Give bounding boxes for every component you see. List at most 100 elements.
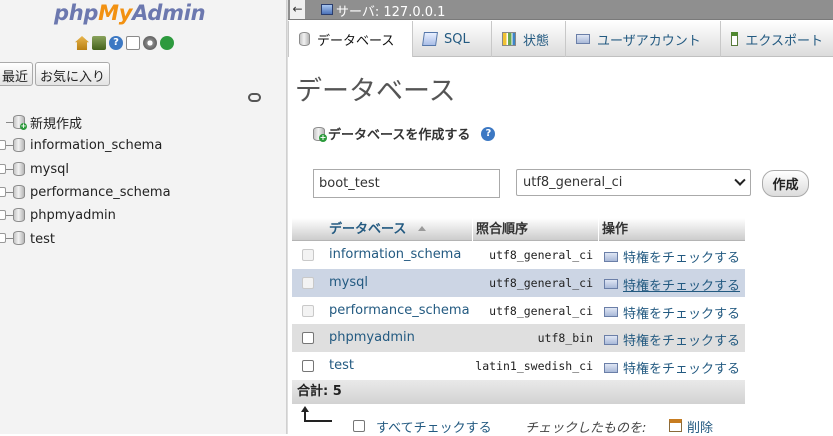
tree-item-label: information_schema [30,138,163,154]
logo-text-php: php [54,1,99,25]
tab-export[interactable]: エクスポート [721,21,833,57]
database-name-link[interactable]: mysql [329,275,368,290]
tree-item-phpmyadmin[interactable]: phpmyadmin [0,204,171,227]
column-divider [472,218,473,241]
link-icon[interactable] [248,93,261,102]
collation-select[interactable]: utf8_general_ci [516,169,751,196]
databases-table: データベース 照合順序 操作 information_schema utf8_g… [292,218,745,404]
privileges-icon [604,279,618,290]
database-tree: + 新規作成 information_schema mysql performa… [0,111,171,251]
column-divider [598,218,599,241]
tree-item-test[interactable]: test [0,227,171,250]
tab-label: データベース [317,33,395,49]
phpmyadmin-logo[interactable]: phpMyAdmin [54,1,206,25]
table-row: phpmyadmin utf8_bin 特権をチェックする [292,324,745,353]
arrow-up-left-icon [301,406,332,422]
add-icon: + [20,122,27,130]
row-checkbox [302,276,314,289]
status-icon [502,32,516,46]
drop-icon[interactable] [669,419,682,432]
column-header-label: データベース [329,222,407,237]
column-header-collation: 照合順序 [476,222,529,237]
check-all-checkbox[interactable] [353,420,365,432]
tree-item-mysql[interactable]: mysql [0,158,171,181]
create-database-icon [313,126,327,142]
collapse-nav-arrow-icon[interactable]: ← [290,0,305,19]
check-privileges-label: 特権をチェックする [623,251,741,266]
tab-user-accounts[interactable]: ユーザアカウント [566,21,721,57]
nav-tabs: 最近 お気に入り [0,62,111,86]
collation-value: utf8_general_ci [489,303,593,318]
table-row: information_schema utf8_general_ci 特権をチェ… [292,241,745,269]
check-privileges-label: 特権をチェックする [623,362,741,378]
collation-selected-value: utf8_general_ci [523,175,623,190]
check-all-label[interactable]: すべてチェックする [376,417,492,436]
sql-icon [422,32,438,46]
database-name-link[interactable]: phpmyadmin [329,330,415,345]
drop-button[interactable]: 削除 [687,417,713,436]
privileges-icon [604,251,618,262]
documentation-icon[interactable] [126,36,140,50]
check-privileges-link[interactable]: 特権をチェックする [604,275,740,294]
create-button[interactable]: 作成 [762,170,809,197]
check-privileges-link[interactable]: 特権をチェックする [604,358,740,377]
with-selected-label: チェックしたものを: [525,417,646,436]
row-checkbox[interactable] [302,360,314,373]
table-row: mysql utf8_general_ci 特権をチェックする [292,268,745,297]
collation-value: utf8_bin [537,331,593,346]
tab-label: 状態 [523,33,550,49]
create-database-label: データベースを作成する [328,128,471,143]
tab-label: SQL [444,31,470,47]
database-name-link[interactable]: information_schema [329,247,461,262]
main-menu-tabs: データベース SQL 状態 ユーザアカウント エクスポート [288,21,833,57]
chevron-down-icon [734,174,746,186]
tab-databases[interactable]: データベース [288,21,413,57]
logout-icon[interactable] [92,36,106,50]
database-icon [13,161,25,176]
tree-item-label: phpmyadmin [30,208,116,224]
recent-tab[interactable]: 最近 [0,62,34,86]
server-breadcrumb-bar: ← サーバ: 127.0.0.1 [288,0,833,20]
privileges-icon [604,334,618,345]
tab-sql[interactable]: SQL [413,21,492,57]
tree-item-performance-schema[interactable]: performance_schema [0,181,171,204]
check-privileges-label: 特権をチェックする [623,334,741,350]
tree-item-information-schema[interactable]: information_schema [0,134,171,157]
check-privileges-link[interactable]: 特権をチェックする [604,303,740,322]
panel-resize-handle[interactable] [286,0,288,434]
database-icon [299,32,310,46]
database-name-link[interactable]: test [329,358,354,373]
home-icon[interactable] [75,36,89,50]
column-header-database[interactable]: データベース [329,218,427,241]
reload-icon[interactable] [160,36,174,50]
database-icon [13,231,25,246]
collation-value: utf8_general_ci [489,248,593,262]
check-privileges-label: 特権をチェックする [623,306,741,322]
database-name-input[interactable] [313,169,500,198]
tree-item-new[interactable]: + 新規作成 [0,111,171,134]
server-breadcrumb[interactable]: サーバ: 127.0.0.1 [336,1,445,20]
help-icon[interactable]: ? [109,36,123,50]
privileges-icon [604,307,618,318]
favorites-tab[interactable]: お気に入り [35,62,111,86]
tab-status[interactable]: 状態 [492,21,566,57]
quick-icons: ? [75,36,174,50]
collation-value: utf8_general_ci [489,275,593,290]
check-privileges-link[interactable]: 特権をチェックする [604,247,740,266]
database-name-link[interactable]: performance_schema [329,303,470,318]
logo-text-my: My [98,1,133,25]
collation-value: latin1_swedish_ci [475,359,593,374]
table-row: performance_schema utf8_general_ci 特権をチェ… [292,296,745,325]
settings-gear-icon[interactable] [143,36,157,50]
tree-item-label: 新規作成 [30,117,83,133]
row-checkbox [302,304,314,317]
privileges-icon [604,362,618,373]
row-checkbox [302,249,314,261]
help-icon[interactable]: ? [481,126,496,141]
check-privileges-link[interactable]: 特権をチェックする [604,330,740,349]
row-checkbox[interactable] [302,332,314,345]
table-header: データベース 照合順序 操作 [292,218,745,241]
sort-ascending-icon [418,226,427,231]
logo-text-admin: Admin [132,1,206,25]
navigation-panel: phpMyAdmin ? 最近 お気に入り + 新規作成 information… [0,0,286,434]
